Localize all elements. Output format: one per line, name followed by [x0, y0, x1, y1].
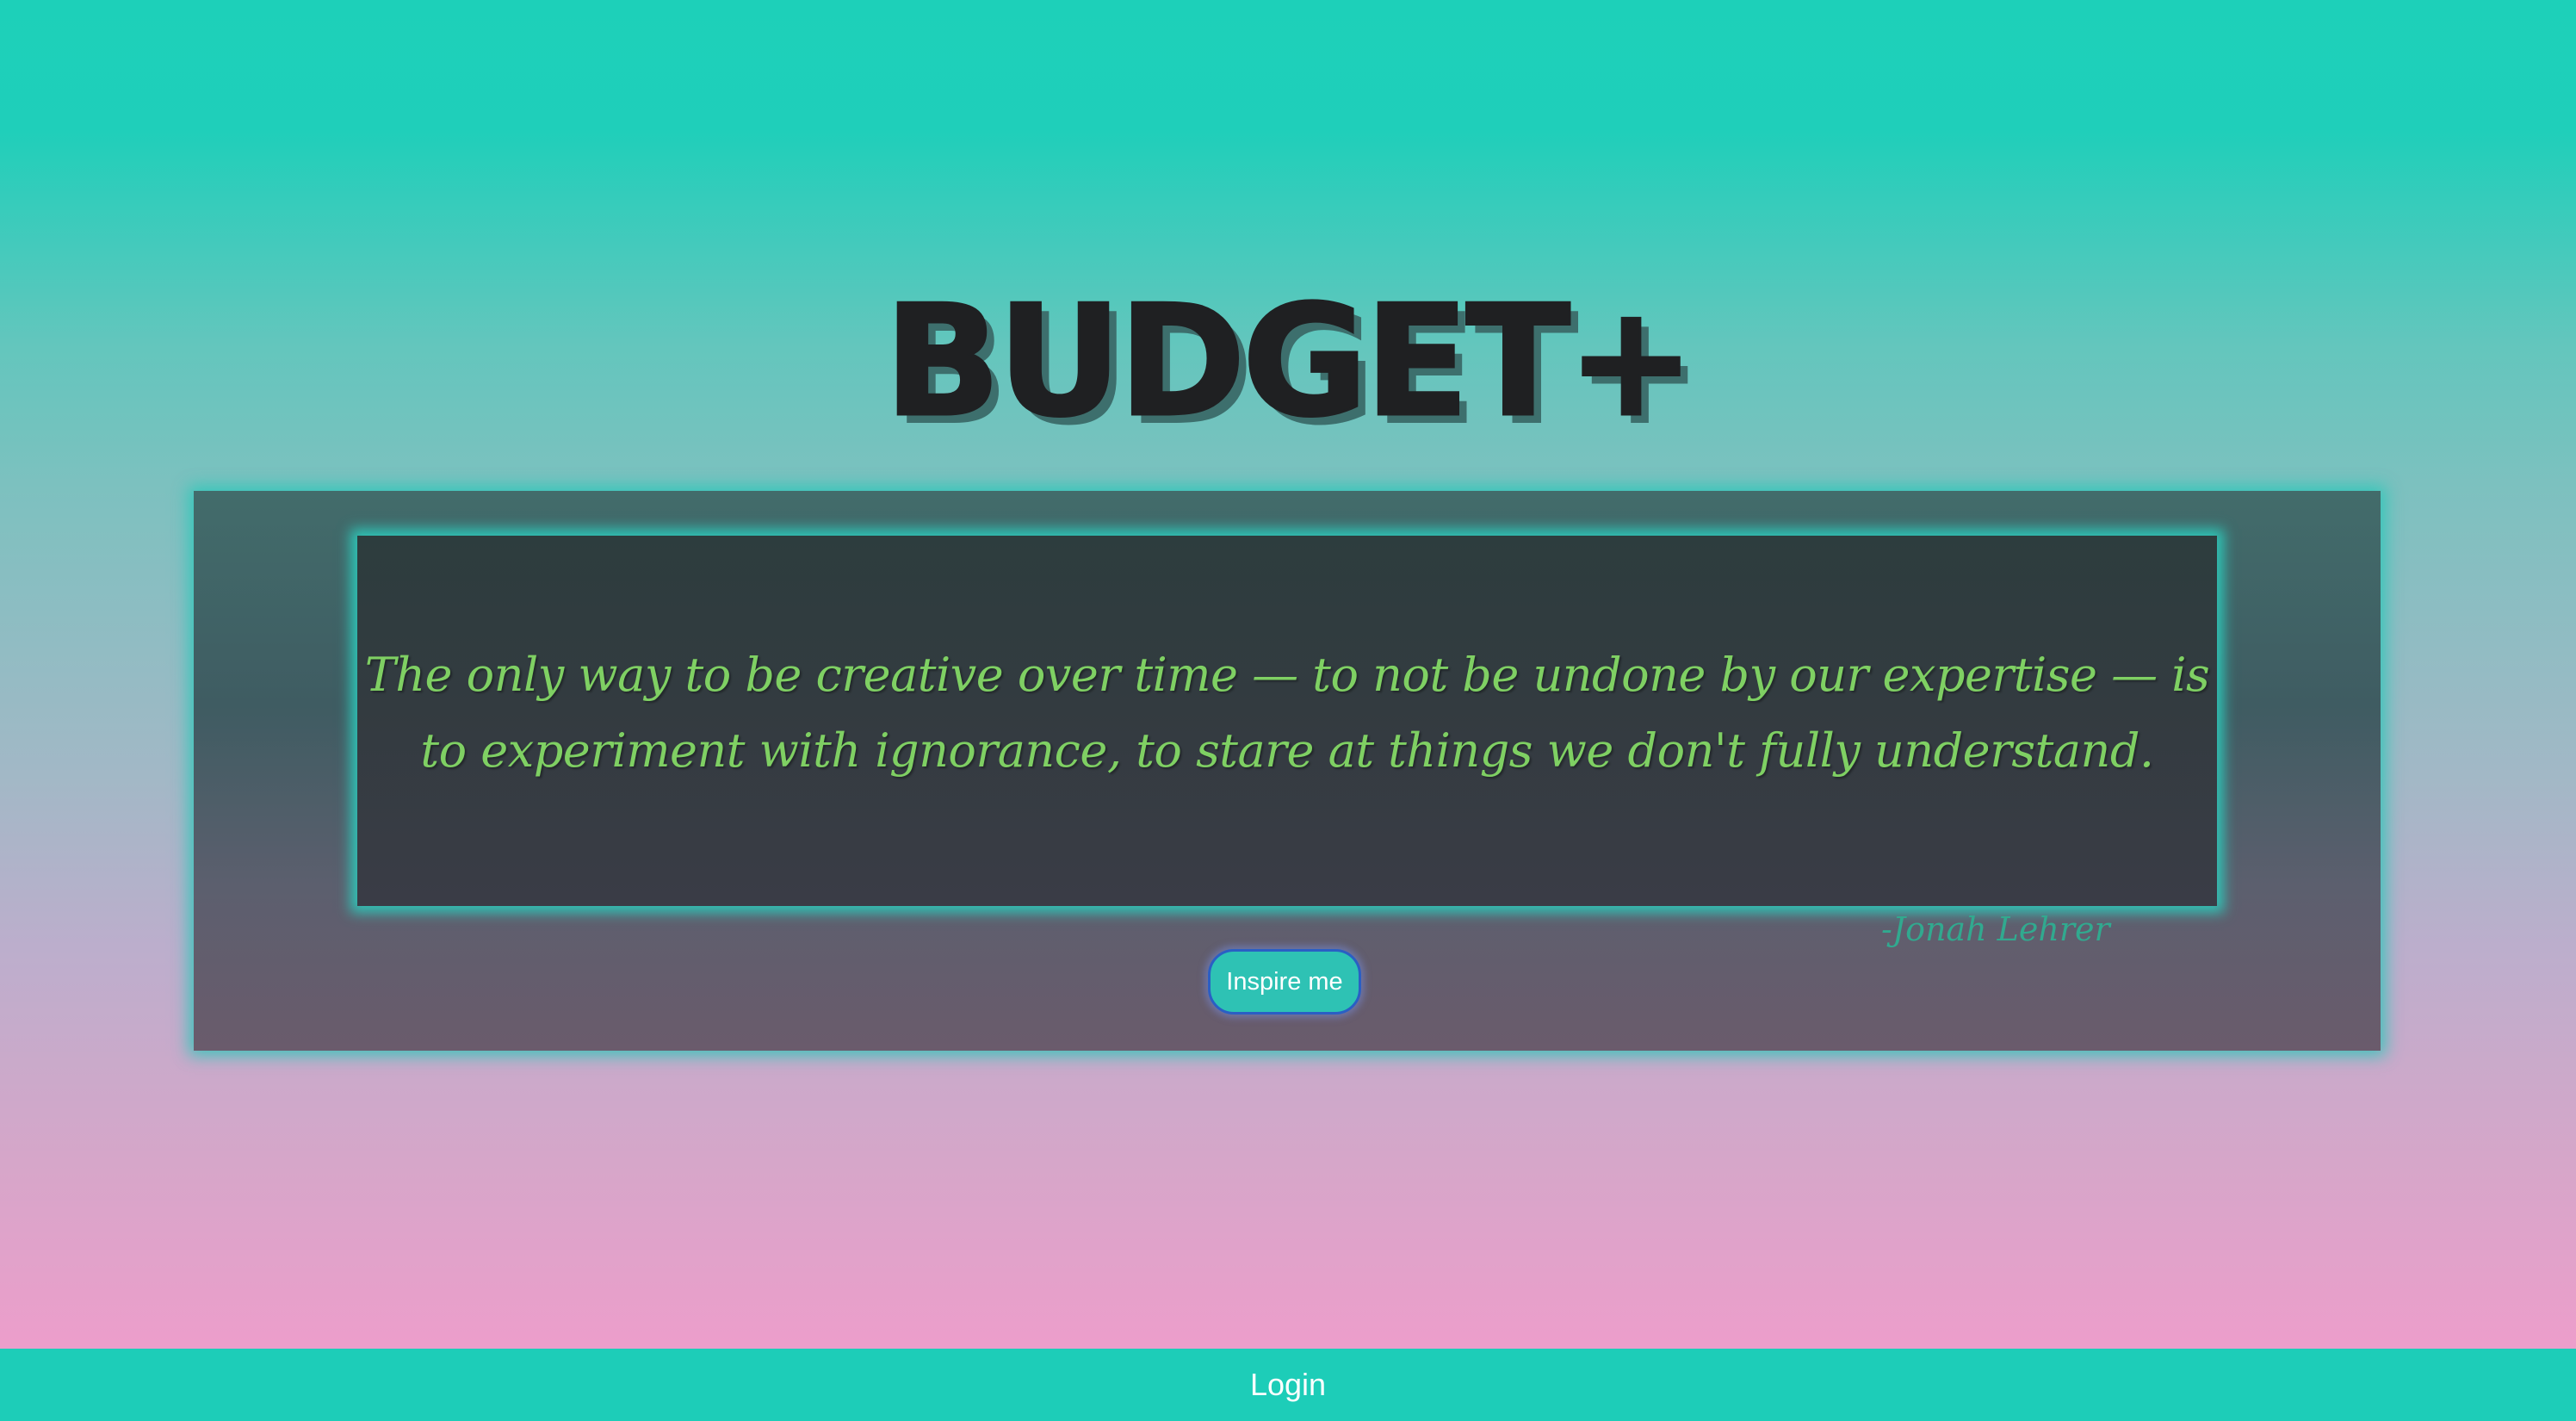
- app-title: BUDGET+: [882, 272, 1696, 450]
- quote-box: The only way to be creative over time — …: [357, 536, 2217, 948]
- quote-panel: The only way to be creative over time — …: [194, 491, 2381, 1051]
- inspire-me-button[interactable]: Inspire me: [1208, 949, 1361, 1015]
- quote-author: -Jonah Lehrer: [1881, 910, 2110, 948]
- login-button[interactable]: Login: [0, 1349, 2576, 1421]
- quote-text: The only way to be creative over time — …: [364, 648, 2210, 778]
